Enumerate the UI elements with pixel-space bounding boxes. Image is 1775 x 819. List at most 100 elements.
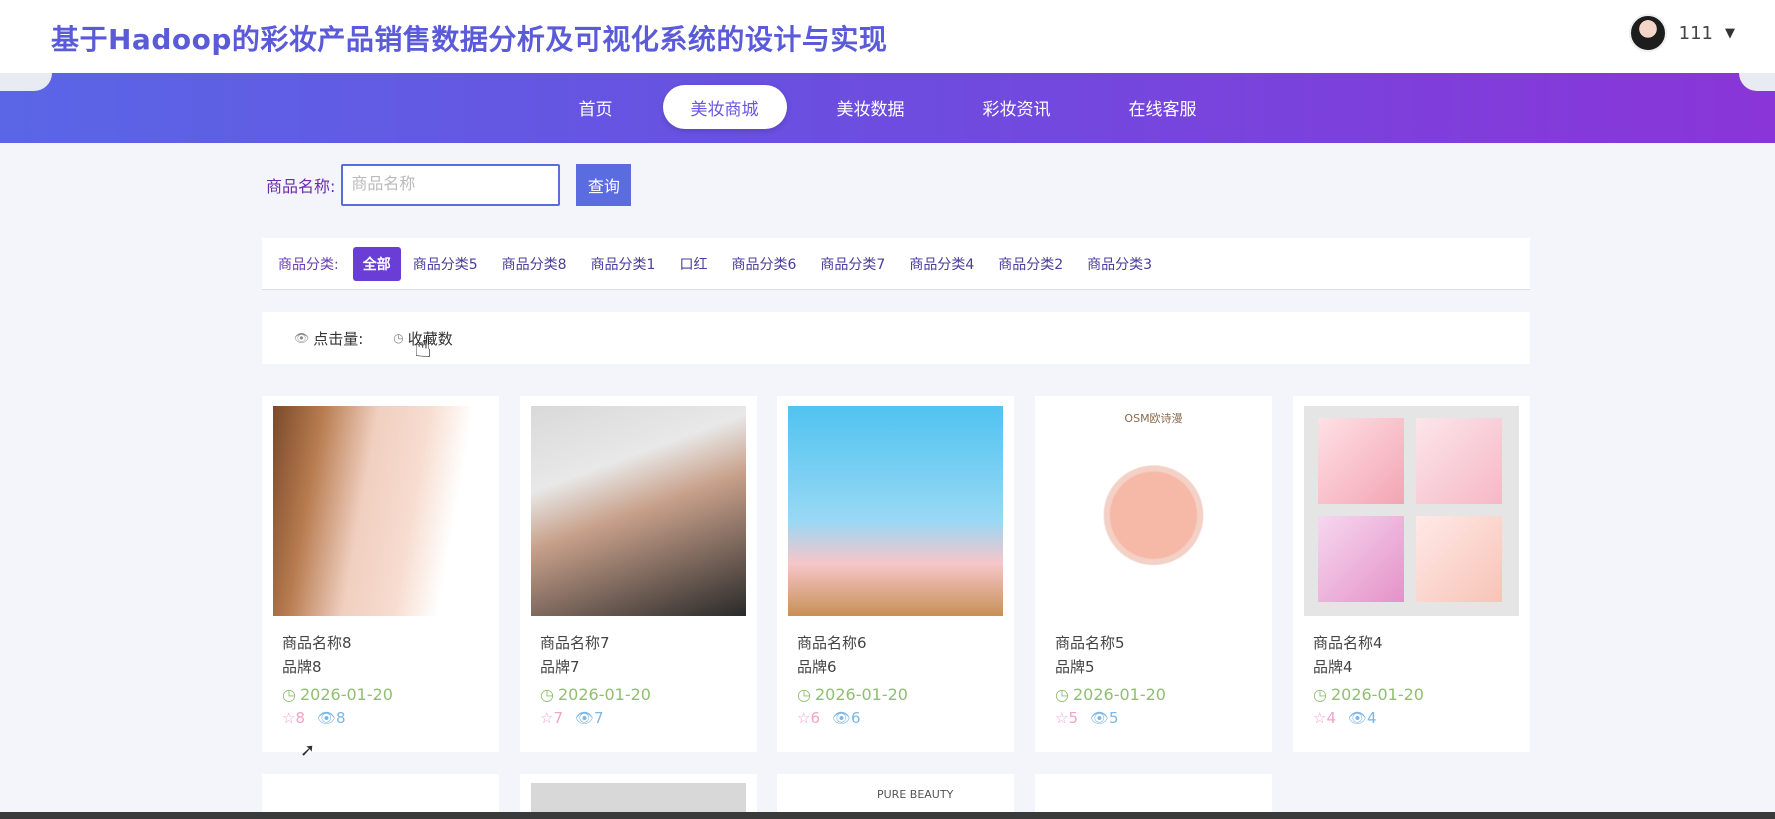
product-stats: ☆4 👁4 [1313, 709, 1377, 727]
star-icon: ☆ [540, 709, 554, 727]
product-brand: 品牌7 [540, 658, 580, 676]
product-name[interactable]: 商品名称5 [1055, 632, 1125, 653]
category-item[interactable]: 商品分类1 [585, 247, 662, 281]
category-item[interactable]: 商品分类8 [496, 247, 573, 281]
product-date: ◷ 2026-01-20 [1313, 685, 1424, 704]
product-image-cosmetics-collage[interactable] [1304, 406, 1519, 616]
eye-icon: 👁 [317, 709, 337, 727]
product-image-osm-cream-jar[interactable]: OSM欧诗漫 [1046, 406, 1261, 616]
product-stats: ☆7 👁7 [540, 709, 604, 727]
product-date: ◷ 2026-01-20 [540, 685, 651, 704]
eye-icon: 👁 [832, 709, 852, 727]
product-stats: ☆8 👁8 [282, 709, 346, 727]
mouse-pointer-icon: ➚ [300, 740, 316, 761]
nav-item-service[interactable]: 在线客服 [1101, 85, 1225, 129]
product-card-partial[interactable]: PURE BEAUTY [777, 774, 1014, 814]
eye-icon: 👁 [575, 709, 595, 727]
search-button[interactable]: 查询 [576, 164, 632, 206]
main-nav: 首页 美妆商城 美妆数据 彩妆资讯 在线客服 [0, 85, 1775, 129]
product-image-partial[interactable] [531, 783, 746, 814]
product-card[interactable]: 商品名称8 品牌8 ◷ 2026-01-20 ☆8 👁8 [262, 396, 499, 752]
search-input[interactable] [341, 164, 561, 206]
view-count: 👁7 [575, 709, 604, 727]
caret-down-icon[interactable]: ▼ [1725, 26, 1735, 41]
product-name[interactable]: 商品名称4 [1313, 632, 1383, 653]
product-card[interactable]: 商品名称7 品牌7 ◷ 2026-01-20 ☆7 👁7 [520, 396, 757, 752]
category-item[interactable]: 商品分类2 [992, 247, 1069, 281]
product-card-partial[interactable] [520, 774, 757, 814]
sort-by-clicks-label: 点击量: [313, 329, 364, 348]
product-date: ◷ 2026-01-20 [797, 685, 908, 704]
category-item-all[interactable]: 全部 [352, 246, 401, 281]
star-icon: ☆ [1055, 709, 1069, 727]
product-date: ◷ 2026-01-20 [1055, 685, 1166, 704]
site-title: 基于Hadoop的彩妆产品销售数据分析及可视化系统的设计与实现 [51, 23, 888, 56]
product-card[interactable]: 商品名称6 品牌6 ◷ 2026-01-20 ☆6 👁6 [777, 396, 1014, 752]
favorite-count: ☆7 [540, 709, 563, 727]
pure-beauty-logo-text: PURE BEAUTY [877, 788, 954, 801]
product-brand: 品牌4 [1313, 658, 1353, 676]
category-item[interactable]: 商品分类6 [725, 247, 802, 281]
view-count: 👁6 [832, 709, 861, 727]
eye-icon: 👁 [1090, 709, 1110, 727]
top-header: 基于Hadoop的彩妆产品销售数据分析及可视化系统的设计与实现 111 ▼ [0, 0, 1775, 73]
product-stats: ☆5 👁5 [1055, 709, 1119, 727]
search-label: 商品名称: [266, 177, 336, 196]
category-item-lipstick[interactable]: 口红 [673, 247, 713, 281]
product-card-partial[interactable] [262, 774, 499, 814]
clock-icon: ◷ [540, 685, 554, 704]
eye-icon: 👁 [1348, 709, 1368, 727]
sort-by-clicks[interactable]: 👁 点击量: [294, 328, 363, 349]
product-card[interactable]: 商品名称4 品牌4 ◷ 2026-01-20 ☆4 👁4 [1293, 396, 1530, 752]
nav-item-home[interactable]: 首页 [551, 85, 641, 129]
product-brand: 品牌6 [797, 658, 837, 676]
product-brand: 品牌8 [282, 658, 322, 676]
clock-icon: ◷ [1313, 685, 1327, 704]
product-name[interactable]: 商品名称6 [797, 632, 867, 653]
view-count: 👁4 [1348, 709, 1377, 727]
osm-logo-text: OSM欧诗漫 [1124, 412, 1183, 425]
star-icon: ☆ [797, 709, 811, 727]
favorite-count: ☆4 [1313, 709, 1336, 727]
clock-icon: ◷ [393, 331, 404, 345]
favorite-count: ☆5 [1055, 709, 1078, 727]
category-item[interactable]: 商品分类5 [407, 247, 484, 281]
user-menu[interactable]: 111 ▼ [1628, 14, 1735, 52]
product-stats: ☆6 👁6 [797, 709, 861, 727]
product-image-woman-profile[interactable] [273, 406, 488, 616]
collage-tile [1318, 516, 1404, 602]
star-icon: ☆ [1313, 709, 1327, 727]
collage-tile [1416, 516, 1502, 602]
category-item[interactable]: 商品分类4 [903, 247, 980, 281]
favorite-count: ☆8 [282, 709, 305, 727]
sort-bar: 👁 点击量: ◷ 收藏数 [262, 312, 1530, 364]
eye-icon: 👁 [294, 331, 310, 345]
product-image-woman-lashes[interactable] [531, 406, 746, 616]
clock-icon: ◷ [1055, 685, 1069, 704]
nav-item-mall[interactable]: 美妆商城 [662, 85, 787, 129]
product-card-partial[interactable] [1035, 774, 1272, 814]
product-date: ◷ 2026-01-20 [282, 685, 393, 704]
category-item[interactable]: 商品分类3 [1081, 247, 1158, 281]
bottom-edge-bar [0, 812, 1775, 819]
main-nav-bar: 首页 美妆商城 美妆数据 彩妆资讯 在线客服 [0, 73, 1775, 143]
collage-tile [1416, 418, 1502, 504]
user-name[interactable]: 111 [1679, 23, 1713, 44]
star-icon: ☆ [282, 709, 296, 727]
product-image-cartoon-girl[interactable] [788, 406, 1003, 616]
favorite-count: ☆6 [797, 709, 820, 727]
product-name[interactable]: 商品名称8 [282, 632, 352, 653]
category-item[interactable]: 商品分类7 [814, 247, 891, 281]
user-avatar[interactable] [1628, 14, 1667, 52]
view-count: 👁5 [1090, 709, 1119, 727]
clock-icon: ◷ [797, 685, 811, 704]
product-brand: 品牌5 [1055, 658, 1095, 676]
clock-icon: ◷ [282, 685, 296, 704]
hand-cursor-icon: ☝ [414, 330, 433, 365]
nav-item-data[interactable]: 美妆数据 [809, 85, 933, 129]
product-name[interactable]: 商品名称7 [540, 632, 610, 653]
nav-item-news[interactable]: 彩妆资讯 [955, 85, 1079, 129]
view-count: 👁8 [317, 709, 346, 727]
collage-tile [1318, 418, 1404, 504]
product-card[interactable]: OSM欧诗漫 商品名称5 品牌5 ◷ 2026-01-20 ☆5 👁5 [1035, 396, 1272, 752]
